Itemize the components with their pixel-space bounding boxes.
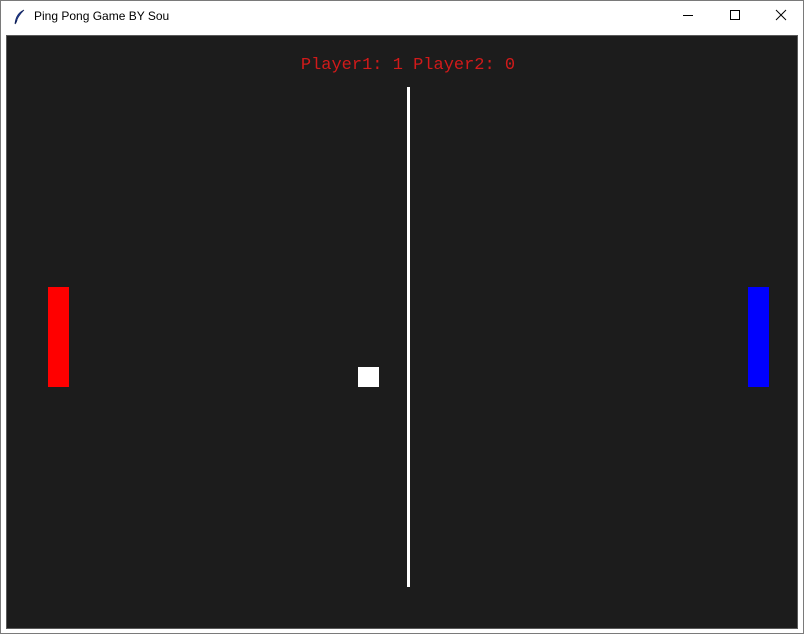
close-icon	[775, 8, 787, 26]
close-button[interactable]	[758, 1, 804, 33]
center-net	[407, 87, 410, 587]
right-paddle	[748, 287, 769, 387]
ball	[358, 367, 379, 387]
score-display: Player1: 1 Player2: 0	[300, 56, 516, 75]
app-window: Ping Pong Game BY Sou Player1: 1 Player2…	[0, 0, 804, 634]
minimize-button[interactable]	[665, 1, 711, 33]
left-paddle	[48, 287, 69, 387]
window-title: Ping Pong Game BY Sou	[34, 9, 170, 23]
maximize-button[interactable]	[712, 1, 758, 33]
maximize-icon	[729, 8, 741, 26]
title-bar[interactable]: Ping Pong Game BY Sou	[1, 1, 803, 33]
feather-icon	[12, 9, 26, 25]
game-canvas[interactable]: Player1: 1 Player2: 0	[6, 35, 798, 629]
minimize-icon	[682, 8, 694, 26]
